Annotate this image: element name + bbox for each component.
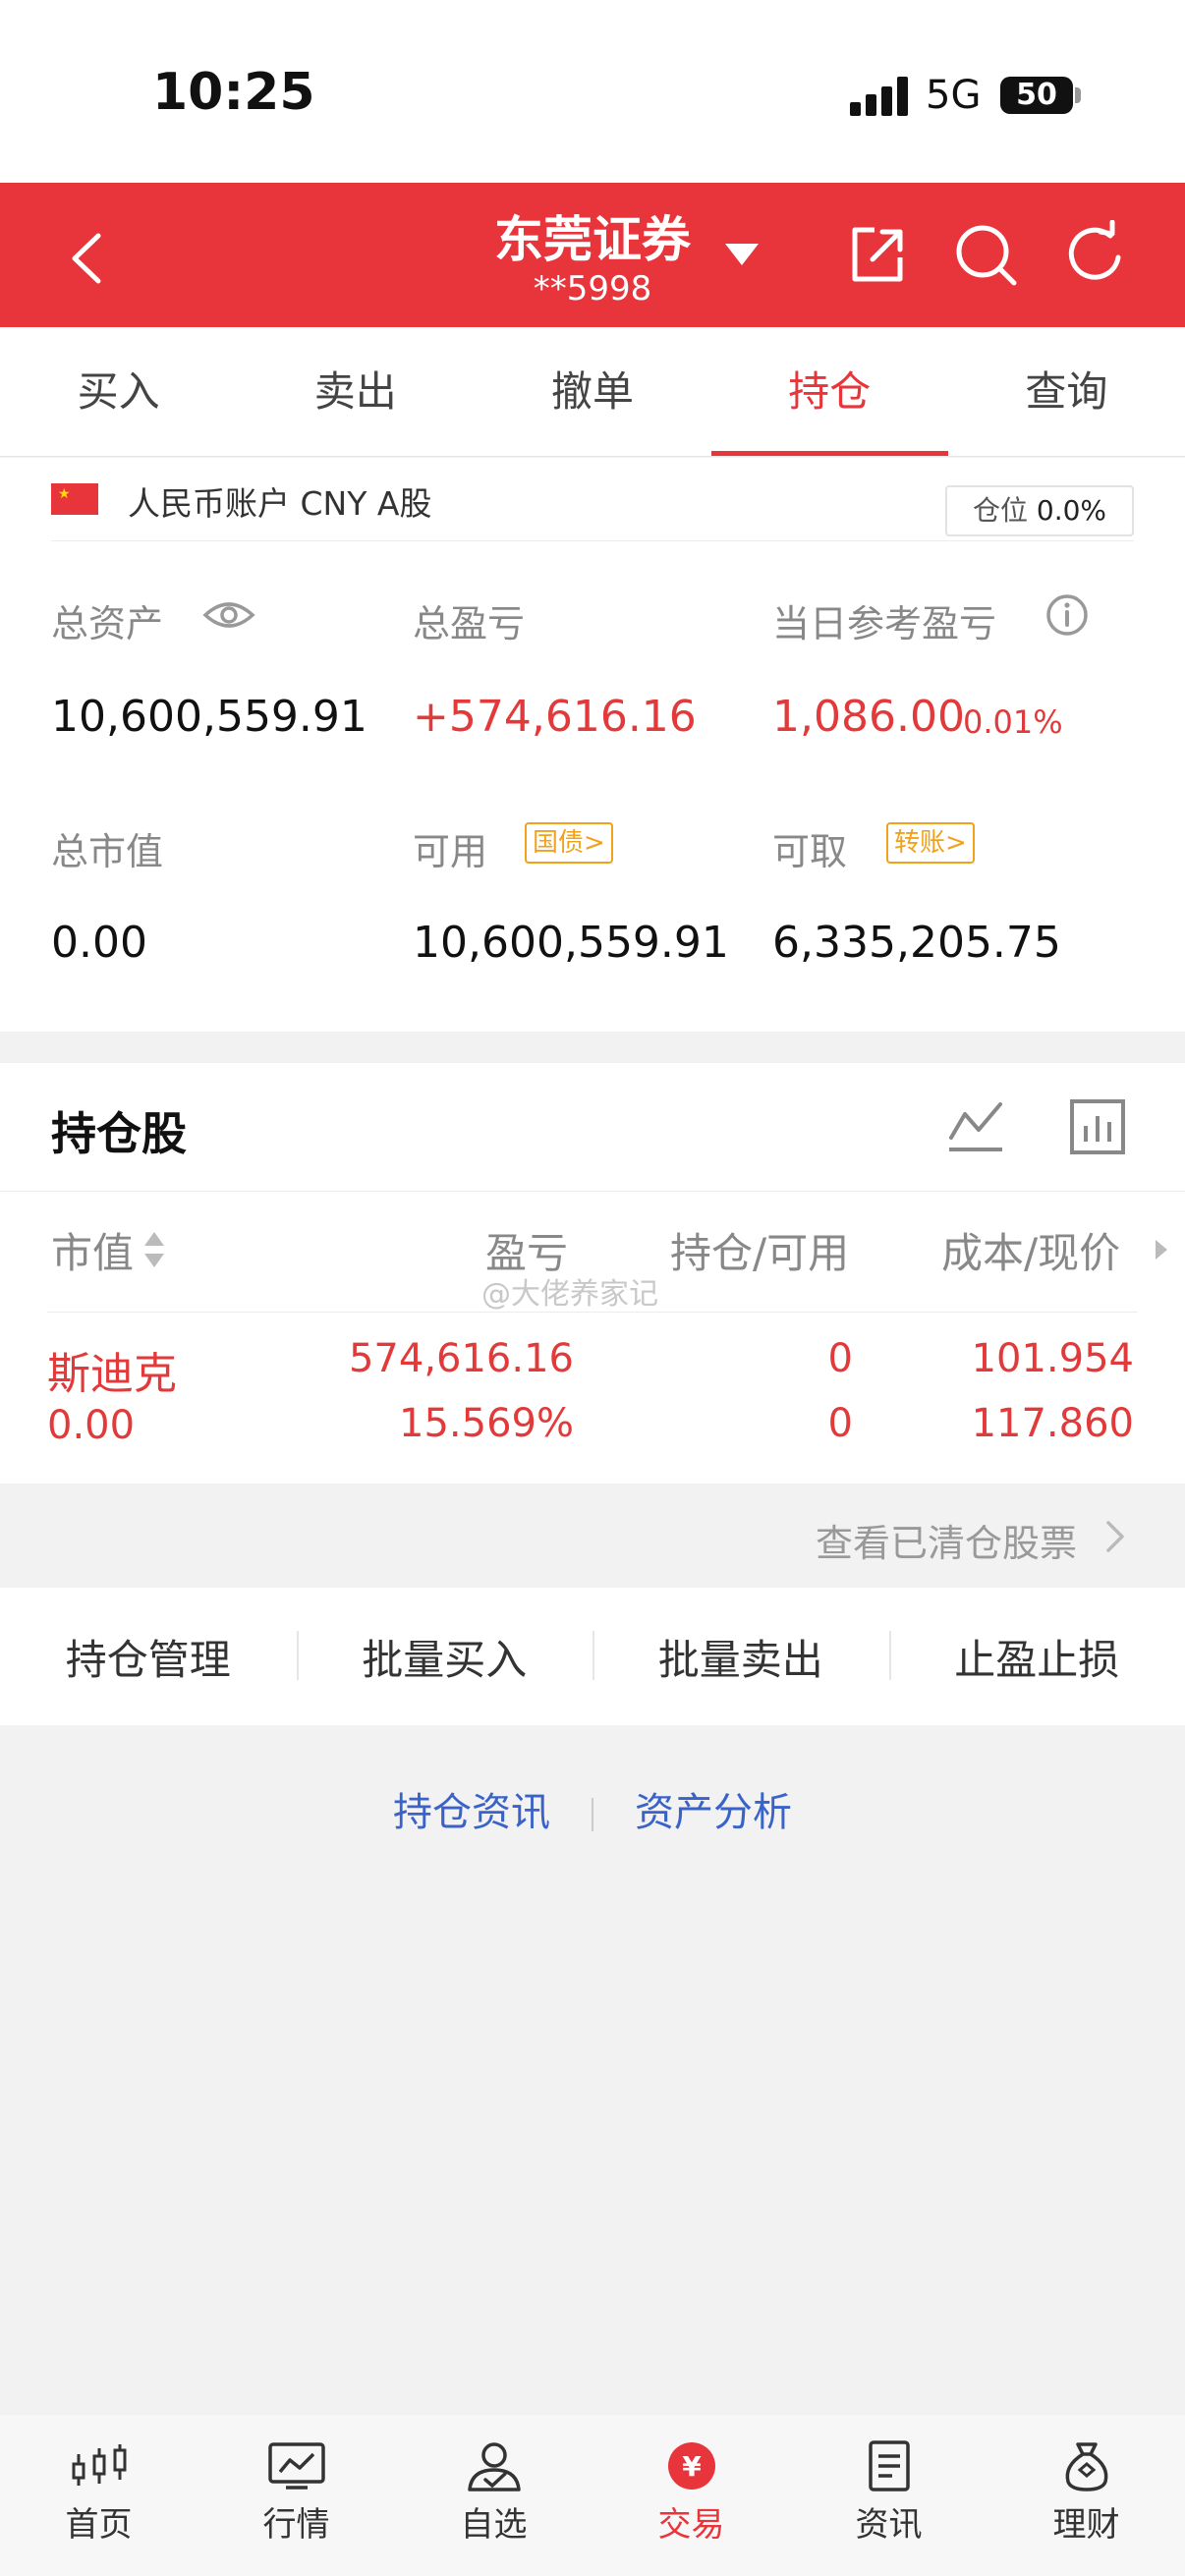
batch-buy-button[interactable]: 批量买入 bbox=[296, 1627, 593, 1687]
sort-icon[interactable] bbox=[143, 1230, 165, 1273]
column-cost-price: 成本/现价 bbox=[941, 1229, 1121, 1277]
trade-yuan-icon: ¥ bbox=[667, 2442, 715, 2490]
holdings-title: 持仓股 bbox=[51, 1107, 187, 1160]
total-pl-label: 总盈亏 bbox=[413, 602, 526, 645]
divider bbox=[0, 1191, 1185, 1192]
market-value-label: 总市值 bbox=[51, 830, 164, 873]
daily-pl-percent: 0.01% bbox=[963, 703, 1063, 741]
tab-cancel[interactable]: 撤单 bbox=[474, 327, 710, 456]
status-time: 10:25 bbox=[152, 63, 315, 122]
trade-tabs: 买入 卖出 撤单 持仓 查询 bbox=[0, 327, 1185, 457]
position-ratio-badge: 仓位 0.0% bbox=[945, 485, 1134, 536]
watchlist-user-icon bbox=[467, 2442, 521, 2492]
nav-home[interactable]: 首页 bbox=[0, 2415, 198, 2576]
account-switch-caret-icon[interactable] bbox=[725, 244, 759, 265]
battery-icon: 50 bbox=[1000, 77, 1073, 114]
line-chart-icon[interactable] bbox=[945, 1098, 1006, 1157]
bottom-nav: 首页 行情 自选 ¥ 交易 资讯 理财 bbox=[0, 2415, 1185, 2576]
tab-query[interactable]: 查询 bbox=[948, 327, 1185, 456]
nav-market-label: 行情 bbox=[262, 2505, 330, 2545]
search-icon[interactable] bbox=[951, 220, 1020, 289]
divider bbox=[51, 540, 1134, 541]
asset-analysis-link[interactable]: 资产分析 bbox=[635, 1790, 792, 1835]
market-value: 0.00 bbox=[51, 918, 147, 968]
transfer-button[interactable]: 转账> bbox=[886, 822, 975, 864]
nav-finance[interactable]: 理财 bbox=[988, 2415, 1185, 2576]
daily-pl-label: 当日参考盈亏 bbox=[772, 602, 997, 645]
news-document-icon bbox=[868, 2440, 910, 2492]
watermark-text: @大佬养家记 bbox=[481, 1277, 658, 1312]
nav-watchlist[interactable]: 自选 bbox=[395, 2415, 592, 2576]
stock-pl: 574,616.16 bbox=[348, 1336, 574, 1381]
available-label: 可用 bbox=[413, 830, 488, 873]
available-value: 10,600,559.91 bbox=[413, 918, 729, 968]
market-chart-icon bbox=[267, 2442, 325, 2490]
take-profit-stop-loss-button[interactable]: 止盈止损 bbox=[888, 1627, 1185, 1687]
nav-home-label: 首页 bbox=[65, 2505, 133, 2545]
stock-position: 0 bbox=[827, 1336, 853, 1381]
nav-trade[interactable]: ¥ 交易 bbox=[592, 2415, 790, 2576]
network-label: 5G bbox=[926, 73, 982, 118]
nav-finance-label: 理财 bbox=[1052, 2505, 1120, 2545]
signal-icon bbox=[850, 77, 909, 116]
total-pl-value: +574,616.16 bbox=[413, 692, 697, 742]
eye-icon[interactable] bbox=[202, 595, 255, 639]
treasury-bond-button[interactable]: 国债> bbox=[525, 822, 613, 864]
holdings-actions: 持仓管理 批量买入 批量卖出 止盈止损 bbox=[0, 1588, 1185, 1725]
candlestick-icon bbox=[72, 2444, 126, 2486]
stock-available: 0 bbox=[827, 1401, 853, 1446]
account-type: 人民币账户 CNY A股 bbox=[128, 484, 432, 523]
column-market-value[interactable]: 市值 bbox=[51, 1220, 134, 1280]
chevron-right-icon[interactable] bbox=[1104, 1519, 1126, 1558]
position-label: 仓位 bbox=[972, 494, 1028, 527]
share-icon[interactable] bbox=[843, 220, 912, 289]
info-links: 持仓资讯 资产分析 bbox=[0, 1780, 1185, 1837]
nav-watchlist-label: 自选 bbox=[460, 2505, 528, 2545]
battery-tip bbox=[1075, 87, 1081, 103]
tab-positions[interactable]: 持仓 bbox=[710, 327, 949, 456]
daily-pl-value: 1,086.00 bbox=[772, 692, 965, 742]
stock-pl-percent: 15.569% bbox=[399, 1401, 574, 1446]
divider bbox=[592, 1798, 593, 1831]
stock-name: 斯迪克 bbox=[47, 1349, 177, 1399]
nav-news[interactable]: 资讯 bbox=[790, 2415, 988, 2576]
manage-positions-button[interactable]: 持仓管理 bbox=[0, 1627, 297, 1687]
withdrawable-label: 可取 bbox=[772, 830, 848, 873]
position-value: 0.0% bbox=[1036, 494, 1107, 527]
stock-market-value: 0.00 bbox=[47, 1403, 136, 1448]
info-icon[interactable] bbox=[1045, 593, 1089, 641]
bar-chart-icon[interactable] bbox=[1069, 1098, 1126, 1159]
refresh-icon[interactable] bbox=[1061, 219, 1130, 289]
china-flag-icon: ★ bbox=[51, 483, 98, 515]
money-bag-icon bbox=[1065, 2442, 1107, 2492]
total-assets-value: 10,600,559.91 bbox=[51, 692, 367, 742]
stock-price: 117.860 bbox=[971, 1401, 1134, 1446]
holdings-news-link[interactable]: 持仓资讯 bbox=[393, 1790, 550, 1835]
stock-cost: 101.954 bbox=[971, 1336, 1134, 1381]
withdrawable-value: 6,335,205.75 bbox=[772, 918, 1061, 968]
tab-sell[interactable]: 卖出 bbox=[237, 327, 474, 456]
batch-sell-button[interactable]: 批量卖出 bbox=[592, 1627, 889, 1687]
column-position-available: 持仓/可用 bbox=[670, 1229, 850, 1277]
nav-trade-label: 交易 bbox=[657, 2505, 725, 2545]
nav-market[interactable]: 行情 bbox=[198, 2415, 395, 2576]
svg-text:¥: ¥ bbox=[682, 2450, 702, 2483]
cleared-stocks-link[interactable]: 查看已清仓股票 bbox=[816, 1513, 1077, 1567]
scroll-right-icon[interactable] bbox=[1154, 1238, 1169, 1265]
total-assets-label: 总资产 bbox=[51, 602, 164, 645]
nav-news-label: 资讯 bbox=[855, 2505, 923, 2545]
tab-buy[interactable]: 买入 bbox=[0, 327, 237, 456]
